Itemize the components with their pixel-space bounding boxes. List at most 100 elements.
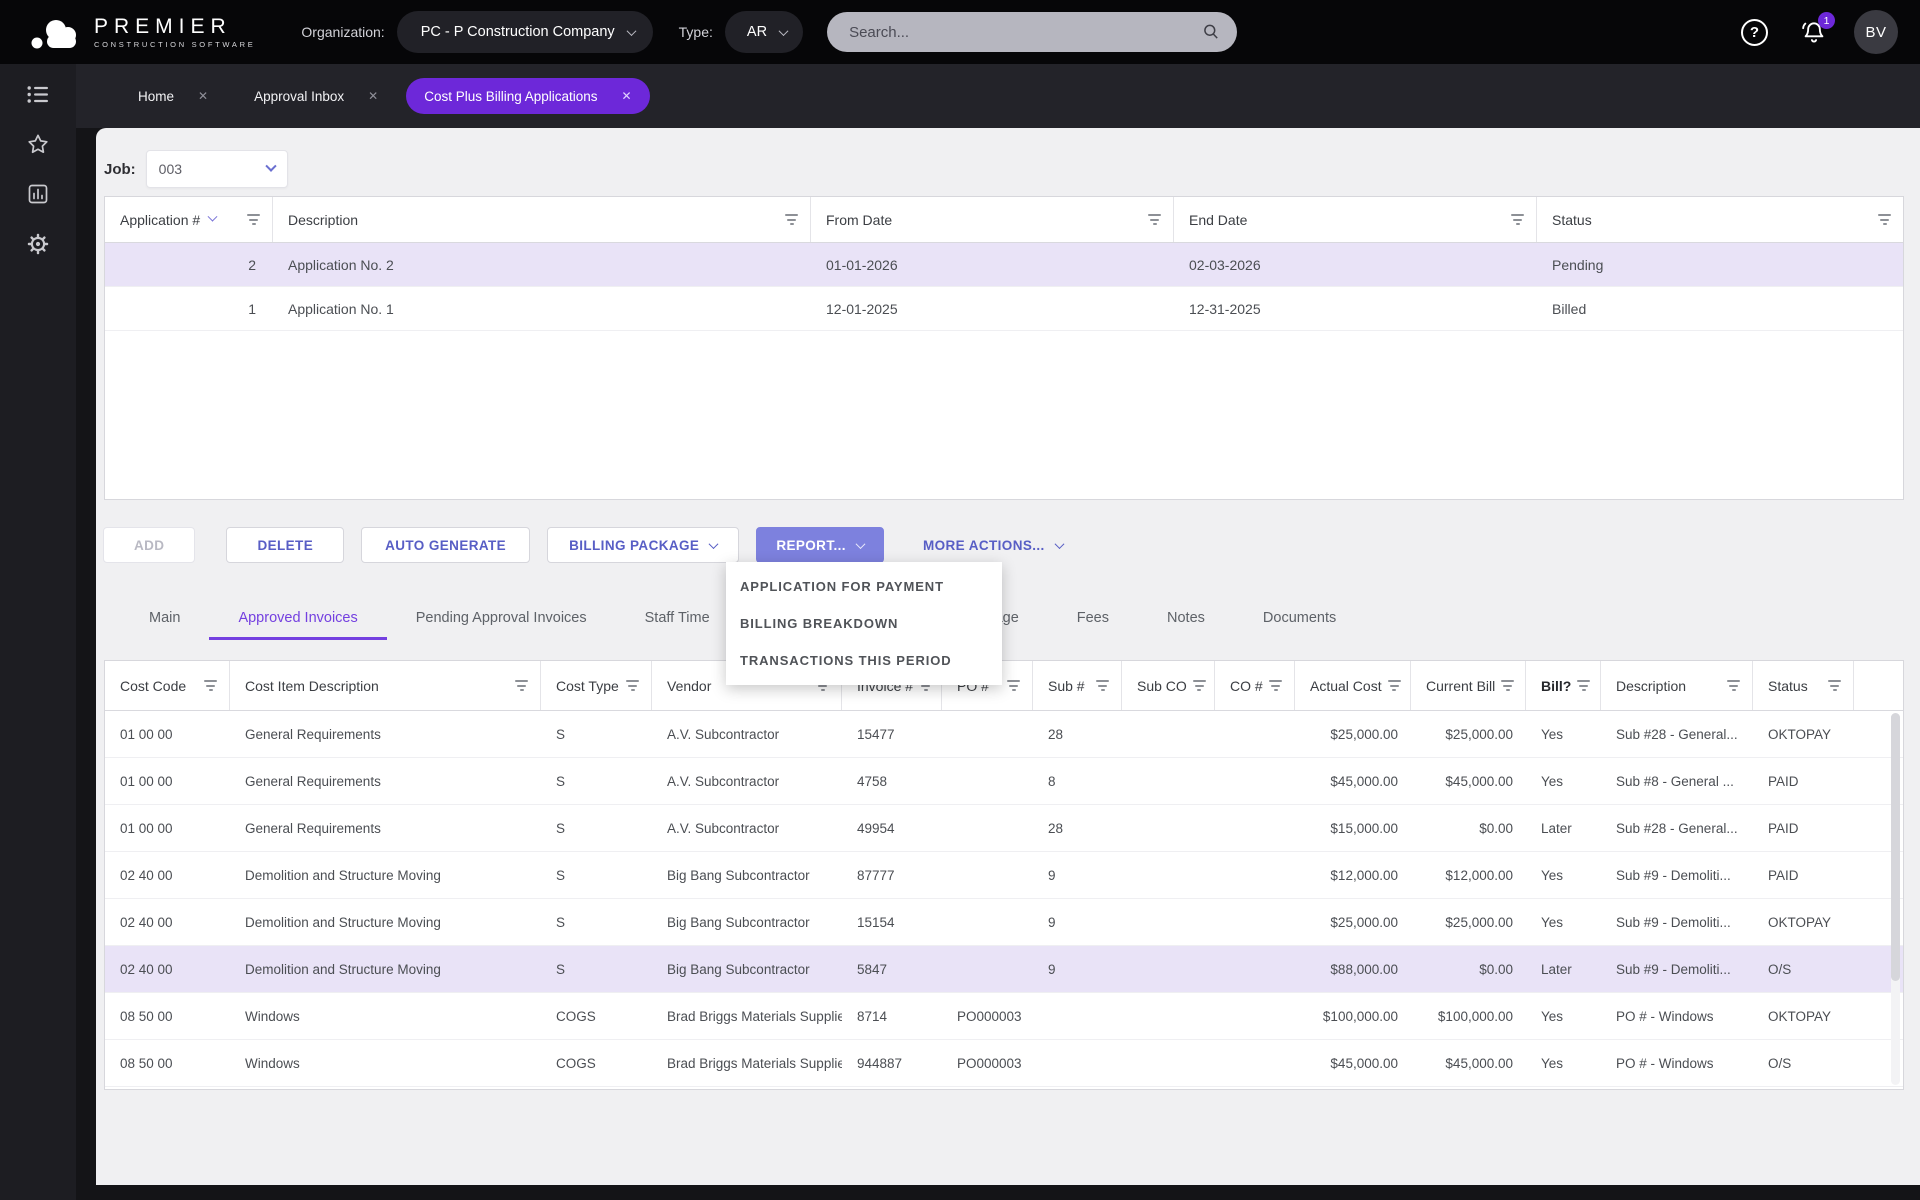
table-row[interactable]: 02 40 00Demolition and Structure MovingS… <box>105 899 1903 946</box>
filter-icon[interactable] <box>1388 680 1401 691</box>
search-placeholder: Search... <box>849 24 1201 41</box>
cell <box>942 946 1033 992</box>
table-row[interactable]: 1Application No. 112-01-202512-31-2025Bi… <box>105 287 1903 331</box>
column-header-end-date[interactable]: End Date <box>1174 197 1537 242</box>
tab-documents[interactable]: Documents <box>1234 596 1365 640</box>
vertical-scrollbar[interactable] <box>1891 713 1900 1085</box>
tab-pending-approval-invoices[interactable]: Pending Approval Invoices <box>387 596 616 640</box>
table-row[interactable]: 08 50 00WindowsCOGSBrad Briggs Materials… <box>105 993 1903 1040</box>
menu-item-application-for-payment[interactable]: APPLICATION FOR PAYMENT <box>726 568 1002 605</box>
column-header-sub-co[interactable]: Sub CO <box>1122 661 1215 710</box>
column-header-co[interactable]: CO # <box>1215 661 1295 710</box>
cell: Demolition and Structure Moving <box>230 946 541 992</box>
column-header-current-bill[interactable]: Current Bill <box>1411 661 1526 710</box>
filter-icon[interactable] <box>626 680 639 691</box>
tab-notes[interactable]: Notes <box>1138 596 1234 640</box>
column-label: Status <box>1552 212 1592 228</box>
more-actions-button[interactable]: MORE ACTIONS... <box>901 527 1085 563</box>
column-header-cost-item-description[interactable]: Cost Item Description <box>230 661 541 710</box>
column-header-cost-code[interactable]: Cost Code <box>105 661 230 710</box>
close-icon[interactable]: ✕ <box>198 89 208 103</box>
column-header-from-date[interactable]: From Date <box>811 197 1174 242</box>
filter-icon[interactable] <box>247 214 260 225</box>
app-logo[interactable]: PREMIER CONSTRUCTION SOFTWARE <box>30 14 255 50</box>
notifications-button[interactable]: 1 <box>1800 18 1828 46</box>
menu-item-billing-breakdown[interactable]: BILLING BREAKDOWN <box>726 605 1002 642</box>
tab-main[interactable]: Main <box>120 596 209 640</box>
tab-approved-invoices[interactable]: Approved Invoices <box>209 596 386 640</box>
type-select[interactable]: AR <box>725 11 803 53</box>
filter-icon[interactable] <box>1007 680 1020 691</box>
add-button[interactable]: ADD <box>103 527 195 563</box>
filter-icon[interactable] <box>1727 680 1740 691</box>
avatar[interactable]: BV <box>1854 10 1898 54</box>
star-icon[interactable] <box>25 131 51 157</box>
search-input[interactable]: Search... <box>827 12 1237 52</box>
auto-generate-button[interactable]: AUTO GENERATE <box>361 527 530 563</box>
column-header-status[interactable]: Status <box>1537 197 1903 242</box>
column-header-bill[interactable]: Bill? <box>1526 661 1601 710</box>
filter-icon[interactable] <box>515 680 528 691</box>
delete-button[interactable]: DELETE <box>226 527 344 563</box>
filter-icon[interactable] <box>785 214 798 225</box>
cell <box>942 852 1033 898</box>
column-label: Current Bill <box>1426 678 1495 694</box>
column-header-actual-cost[interactable]: Actual Cost <box>1295 661 1411 710</box>
table-row[interactable]: 01 00 00General RequirementsSA.V. Subcon… <box>105 711 1903 758</box>
filter-icon[interactable] <box>1501 680 1514 691</box>
table-row-selected[interactable]: 2Application No. 201-01-202602-03-2026Pe… <box>105 243 1903 287</box>
settings-icon[interactable] <box>25 231 51 257</box>
organization-label: Organization: <box>301 24 384 40</box>
window-tab-home[interactable]: Home✕ <box>120 78 226 114</box>
applications-table-body: 2Application No. 201-01-202602-03-2026Pe… <box>105 243 1903 331</box>
filter-icon[interactable] <box>1096 680 1109 691</box>
column-header-cost-type[interactable]: Cost Type <box>541 661 652 710</box>
cell: Sub #28 - General... <box>1601 805 1753 851</box>
close-icon[interactable]: ✕ <box>368 89 378 103</box>
filter-icon[interactable] <box>1193 680 1206 691</box>
column-header-status[interactable]: Status <box>1753 661 1854 710</box>
table-row[interactable]: 02 40 00Demolition and Structure MovingS… <box>105 852 1903 899</box>
column-header-description[interactable]: Description <box>273 197 811 242</box>
filter-icon[interactable] <box>1878 214 1891 225</box>
column-header-application[interactable]: Application # <box>105 197 273 242</box>
cell: S <box>541 805 652 851</box>
close-icon[interactable]: ✕ <box>622 89 632 103</box>
help-icon[interactable]: ? <box>1741 19 1768 46</box>
cell <box>1122 758 1215 804</box>
cell: 02 40 00 <box>105 946 230 992</box>
cell: Application No. 2 <box>273 243 811 286</box>
tab-staff-time[interactable]: Staff Time <box>616 596 739 640</box>
cell <box>1122 805 1215 851</box>
table-row[interactable]: 08 50 00WindowsCOGSBrad Briggs Materials… <box>105 1040 1903 1087</box>
window-tab-approval-inbox[interactable]: Approval Inbox ✕ <box>236 78 396 114</box>
report-button[interactable]: REPORT... <box>756 527 884 563</box>
job-select[interactable]: 003 <box>146 150 288 188</box>
cell <box>1215 946 1295 992</box>
scrollbar-thumb[interactable] <box>1891 713 1900 981</box>
analytics-icon[interactable] <box>25 181 51 207</box>
billing-package-button[interactable]: BILLING PACKAGE <box>547 527 739 563</box>
window-tab-cost-plus-billing-applications[interactable]: Cost Plus Billing Applications ✕ <box>406 78 649 114</box>
filter-icon[interactable] <box>1511 214 1524 225</box>
table-row[interactable]: 01 00 00General RequirementsSA.V. Subcon… <box>105 758 1903 805</box>
cell: S <box>541 758 652 804</box>
organization-select[interactable]: PC - P Construction Company <box>397 11 653 53</box>
filter-icon[interactable] <box>1148 214 1161 225</box>
cell <box>1122 993 1215 1039</box>
cell: 15154 <box>842 899 942 945</box>
window-tab-label: Approval Inbox <box>254 89 344 104</box>
filter-icon[interactable] <box>1828 680 1841 691</box>
menu-item-transactions-this-period[interactable]: TRANSACTIONS THIS PERIOD <box>726 642 1002 679</box>
filter-icon[interactable] <box>1577 680 1590 691</box>
table-row-selected[interactable]: 02 40 00Demolition and Structure MovingS… <box>105 946 1903 993</box>
tab-fees[interactable]: Fees <box>1048 596 1138 640</box>
filter-icon[interactable] <box>1269 680 1282 691</box>
list-icon[interactable] <box>25 81 51 107</box>
column-header-description[interactable]: Description <box>1601 661 1753 710</box>
cell <box>1122 946 1215 992</box>
table-row[interactable]: 01 00 00General RequirementsSA.V. Subcon… <box>105 805 1903 852</box>
window-tab-label: Cost Plus Billing Applications <box>424 89 597 104</box>
column-header-sub[interactable]: Sub # <box>1033 661 1122 710</box>
filter-icon[interactable] <box>204 680 217 691</box>
